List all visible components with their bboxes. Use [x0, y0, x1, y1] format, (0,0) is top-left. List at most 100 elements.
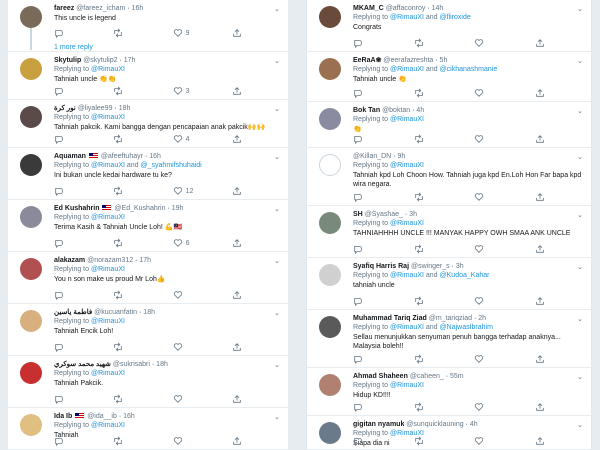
tweet-item[interactable]: Muhammad Tariq Ziad @m_tariqziad · 2h Rep…	[307, 310, 591, 368]
author-handle[interactable]: @affaconroy	[386, 5, 426, 12]
retweet-button[interactable]	[414, 38, 458, 48]
like-button[interactable]	[474, 244, 518, 254]
tweet-time[interactable]: 3h	[409, 211, 417, 218]
tweet-time[interactable]: 2h	[478, 315, 486, 322]
chevron-down-icon[interactable]: ⌄	[274, 361, 280, 369]
mention-link[interactable]: @cikhanashmanie	[440, 66, 498, 73]
author-name[interactable]: نور كرة	[54, 105, 76, 112]
share-button[interactable]	[232, 394, 276, 404]
author-name[interactable]: Muhammad Tariq Ziad	[353, 315, 427, 322]
tweet-item[interactable]: Syafiq Harris Raj @swinger_s · 3h Replyin…	[307, 258, 591, 310]
author-name[interactable]: Aquaman	[54, 153, 86, 160]
mention-link[interactable]: @RimauXI	[91, 162, 125, 169]
tweet-time[interactable]: 18h	[143, 309, 155, 316]
author-name[interactable]: gigitan nyamuk	[353, 421, 404, 428]
author-name[interactable]: فاطمة ياسين	[54, 309, 92, 316]
tweet-item[interactable]: Aquaman @afeeftuhayr · 16h Replying to @R…	[8, 148, 288, 200]
tweet-item[interactable]: فاطمة ياسين @kucuanfatin · 18h Replying t…	[8, 304, 288, 356]
chevron-down-icon[interactable]: ⌄	[577, 107, 583, 115]
like-button[interactable]: 4	[173, 134, 217, 144]
reply-button[interactable]	[353, 296, 397, 306]
author-handle[interactable]: @fareez_icham	[76, 5, 125, 12]
chevron-down-icon[interactable]: ⌄	[577, 263, 583, 271]
avatar[interactable]	[319, 58, 341, 80]
tweet-item[interactable]: gigitan nyamuk @sunquicklauning · 4h Repl…	[307, 416, 591, 450]
reply-button[interactable]	[353, 244, 397, 254]
tweet-time[interactable]: 14h	[432, 5, 444, 12]
share-button[interactable]	[535, 88, 579, 98]
tweet-time[interactable]: 18h	[119, 105, 131, 112]
mention-link[interactable]: @Kudoa_Kahar	[440, 272, 490, 279]
chevron-down-icon[interactable]: ⌄	[274, 153, 280, 161]
reply-button[interactable]	[54, 436, 98, 446]
chevron-down-icon[interactable]: ⌄	[577, 57, 583, 65]
chevron-down-icon[interactable]: ⌄	[274, 309, 280, 317]
author-name[interactable]: alakazam	[54, 257, 85, 264]
retweet-button[interactable]	[414, 436, 458, 446]
avatar[interactable]	[20, 414, 42, 436]
reply-button[interactable]	[54, 342, 98, 352]
chevron-down-icon[interactable]: ⌄	[274, 105, 280, 113]
tweet-item[interactable]: fareez @fareez_icham · 16h This uncle is …	[8, 0, 288, 52]
chevron-down-icon[interactable]: ⌄	[577, 315, 583, 323]
avatar[interactable]	[20, 154, 42, 176]
author-name[interactable]: Ahmad Shaheen	[353, 373, 408, 380]
share-button[interactable]	[535, 134, 579, 144]
author-handle[interactable]: @Syashae_	[365, 211, 403, 218]
mention-link[interactable]: @RimauXI	[390, 220, 424, 227]
author-handle[interactable]: @ida__ib	[87, 413, 117, 420]
share-button[interactable]	[535, 354, 579, 364]
retweet-button[interactable]	[414, 402, 458, 412]
retweet-button[interactable]	[414, 192, 458, 202]
retweet-button[interactable]	[113, 186, 157, 196]
like-button[interactable]	[474, 38, 518, 48]
retweet-button[interactable]	[113, 436, 157, 446]
mention-link[interactable]: @RimauXI	[91, 370, 125, 377]
chevron-down-icon[interactable]: ⌄	[577, 153, 583, 161]
share-button[interactable]	[232, 238, 276, 248]
avatar[interactable]	[20, 258, 42, 280]
author-handle[interactable]: @skytulip2	[83, 57, 117, 64]
mention-link[interactable]: @RimauXI	[91, 318, 125, 325]
chevron-down-icon[interactable]: ⌄	[274, 5, 280, 13]
share-button[interactable]	[232, 28, 276, 38]
tweet-time[interactable]: 17h	[124, 57, 136, 64]
like-button[interactable]	[173, 290, 217, 300]
share-button[interactable]	[535, 436, 579, 446]
mention-link[interactable]: @RimauXI	[390, 382, 424, 389]
tweet-item[interactable]: نور كرة @liyalee99 · 18h Replying to @Rim…	[8, 100, 288, 148]
reply-button[interactable]	[54, 186, 98, 196]
share-button[interactable]	[535, 402, 579, 412]
author-name[interactable]: Syafiq Harris Raj	[353, 263, 409, 270]
like-button[interactable]	[474, 134, 518, 144]
avatar[interactable]	[319, 108, 341, 130]
reply-button[interactable]	[353, 88, 397, 98]
like-button[interactable]	[474, 296, 518, 306]
author-handle[interactable]: @sunquicklauning	[406, 421, 463, 428]
tweet-time[interactable]: 3h	[456, 263, 464, 270]
tweet-time[interactable]: 16h	[149, 153, 161, 160]
tweet-item[interactable]: شهيد محمد سوكري @sukrisabri · 18h Replyin…	[8, 356, 288, 408]
author-name[interactable]: Ida Ib	[54, 413, 72, 420]
tweet-time[interactable]: 4h	[416, 107, 424, 114]
chevron-down-icon[interactable]: ⌄	[577, 421, 583, 429]
retweet-button[interactable]	[414, 244, 458, 254]
chevron-down-icon[interactable]: ⌄	[577, 5, 583, 13]
author-handle[interactable]: @sukrisabri	[113, 361, 150, 368]
avatar[interactable]	[319, 154, 341, 176]
reply-button[interactable]	[353, 38, 397, 48]
author-handle[interactable]: @kucuanfatin	[94, 309, 137, 316]
avatar[interactable]	[319, 6, 341, 28]
retweet-button[interactable]	[414, 296, 458, 306]
tweet-item[interactable]: SH @Syashae_ · 3h Replying to @RimauXI TAH…	[307, 206, 591, 258]
tweet-time[interactable]: 16h	[132, 5, 144, 12]
mention-link[interactable]: @_syahmifshuhaidi	[141, 162, 202, 169]
like-button[interactable]	[173, 342, 217, 352]
avatar[interactable]	[20, 58, 42, 80]
retweet-button[interactable]	[113, 290, 157, 300]
author-name[interactable]: EeRaA❀	[353, 57, 381, 64]
share-button[interactable]	[232, 86, 276, 96]
mention-link[interactable]: @NajwasIbrahim	[440, 324, 493, 331]
author-handle[interactable]: @Ed_Kushahrin	[114, 205, 165, 212]
like-button[interactable]: 3	[173, 86, 217, 96]
